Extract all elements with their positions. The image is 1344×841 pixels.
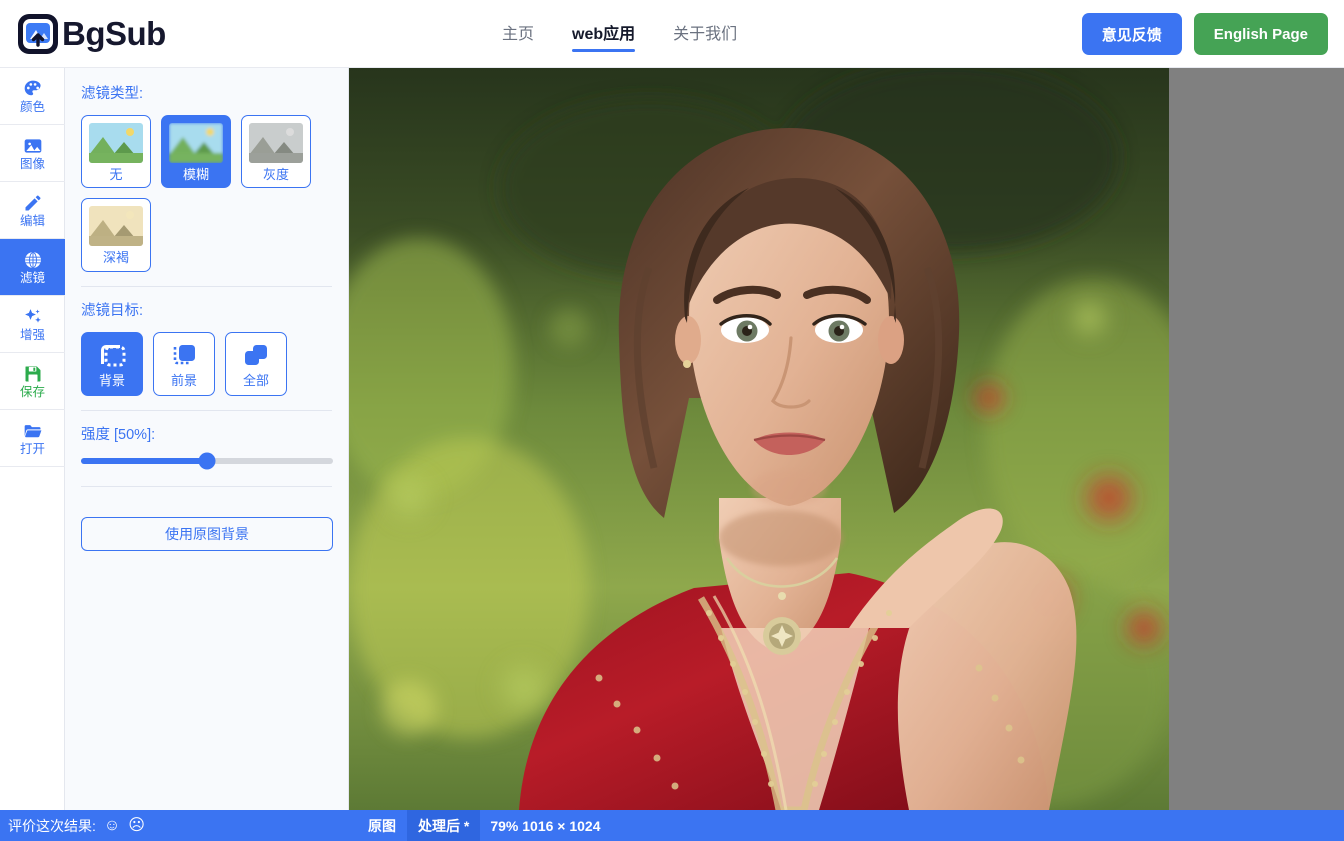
strength-label: 强度 [50%]: [81,426,156,443]
frowny-face-icon[interactable]: ☹ [128,817,145,834]
filter-target-background-label: 背景 [98,372,125,388]
feedback-button[interactable]: 意见反馈 [1081,13,1182,55]
image-upload-icon [18,13,58,54]
filter-globe-icon [23,250,43,270]
sidebar-item-open[interactable]: 打开 [0,410,65,467]
use-original-background-button[interactable]: 使用原图背景 [81,516,333,551]
filter-type-blur[interactable]: 模糊 [161,115,231,189]
filter-target-label: 滤镜目标: [81,302,144,319]
overlapping-squares-icon [245,344,267,365]
preview-image[interactable] [349,68,1169,810]
strength-slider-knob[interactable] [198,452,216,470]
filter-target-background[interactable]: 背景 [81,331,143,396]
sidebar-item-save[interactable]: 保存 [0,353,65,410]
filter-type-grayscale-label: 灰度 [262,167,289,182]
filter-target-group: 背景 前景 全部 [81,331,332,396]
sidebar-label-image: 图像 [19,156,45,171]
rating-group: 评价这次结果: ☺ ☹ [8,816,145,836]
sidebar-item-image[interactable]: 图像 [0,125,65,182]
sidebar-item-filter[interactable]: 滤镜 [0,239,65,296]
nav-about[interactable]: 关于我们 [671,14,739,54]
sidebar-label-save: 保存 [19,384,45,399]
sparkles-icon [23,307,43,327]
filter-type-grayscale[interactable]: 灰度 [241,115,311,189]
status-tab-processed[interactable]: 处理后 * [407,810,481,841]
panel-divider-2 [81,409,332,411]
brand[interactable]: BgSub [18,13,166,54]
english-page-button[interactable]: English Page [1193,13,1328,55]
filter-type-sepia[interactable]: 深褐 [81,198,151,272]
strength-control: 强度 [50%]: [81,423,333,470]
panel-divider-1 [81,285,332,287]
pencil-icon [23,193,43,213]
brand-name: BgSub [62,15,166,52]
sidebar-item-edit[interactable]: 编辑 [0,182,65,239]
strength-slider[interactable] [81,452,333,470]
folder-open-icon [23,421,43,441]
app-root: BgSub 主页 web应用 关于我们 意见反馈 English Page 颜色 [0,0,1344,841]
sidebar-label-filter: 滤镜 [19,270,45,285]
nav-webapp[interactable]: web应用 [570,14,637,54]
landscape-color-thumb-icon [89,123,143,163]
landscape-blur-thumb-icon [169,123,223,163]
filter-target-foreground[interactable]: 前景 [153,331,215,396]
filled-square-dashed-icon [173,344,195,364]
palette-icon [23,79,43,99]
nav-home[interactable]: 主页 [500,14,536,54]
sidebar-item-color[interactable]: 颜色 [0,68,65,125]
header-actions: 意见反馈 English Page [1081,0,1328,68]
filter-target-foreground-label: 前景 [170,372,197,388]
filter-type-none-label: 无 [109,167,123,182]
strength-slider-fill [81,457,207,464]
image-icon [23,136,43,156]
zoom-and-size-info: 79% 1016 × 1024 [490,817,601,834]
status-right-group: 原图 处理后 * 79% 1016 × 1024 [357,810,601,841]
filter-type-none[interactable]: 无 [81,115,151,189]
smiley-face-icon[interactable]: ☺ [104,817,120,834]
image-canvas[interactable] [349,68,1344,810]
landscape-gray-thumb-icon [249,123,303,163]
status-bar: 评价这次结果: ☺ ☹ 原图 处理后 * 79% 1016 × 1024 [0,810,1344,841]
rating-label: 评价这次结果: [8,817,96,834]
sidebar-label-color: 颜色 [19,99,45,114]
sidebar-label-enhance: 增强 [19,327,45,342]
landscape-sepia-thumb-icon [89,206,143,247]
floppy-save-icon [23,364,43,384]
sidebar-label-edit: 编辑 [19,213,45,228]
filter-type-group: 无 模糊 灰度 深褐 [81,115,332,272]
status-tab-original[interactable]: 原图 [357,810,407,841]
panel-divider-3 [81,485,332,487]
app-header: BgSub 主页 web应用 关于我们 意见反馈 English Page [0,0,1344,68]
filter-type-sepia-label: 深褐 [102,250,129,266]
sidebar-rail: 颜色 图像 编辑 滤镜 增强 保存 打开 [0,68,65,810]
filter-target-all[interactable]: 全部 [225,331,287,396]
filter-type-blur-label: 模糊 [182,167,209,182]
sidebar-item-enhance[interactable]: 增强 [0,296,65,353]
filter-panel: 滤镜类型: 无 模糊 灰度 深褐 滤镜目标: 背景 前景 全部 强度 [50%]… [65,68,349,810]
main-nav: 主页 web应用 关于我们 [500,0,739,68]
dashed-square-icon [101,344,126,367]
filter-target-all-label: 全部 [242,372,269,388]
filter-type-label: 滤镜类型: [81,86,144,102]
sidebar-label-open: 打开 [19,441,45,456]
